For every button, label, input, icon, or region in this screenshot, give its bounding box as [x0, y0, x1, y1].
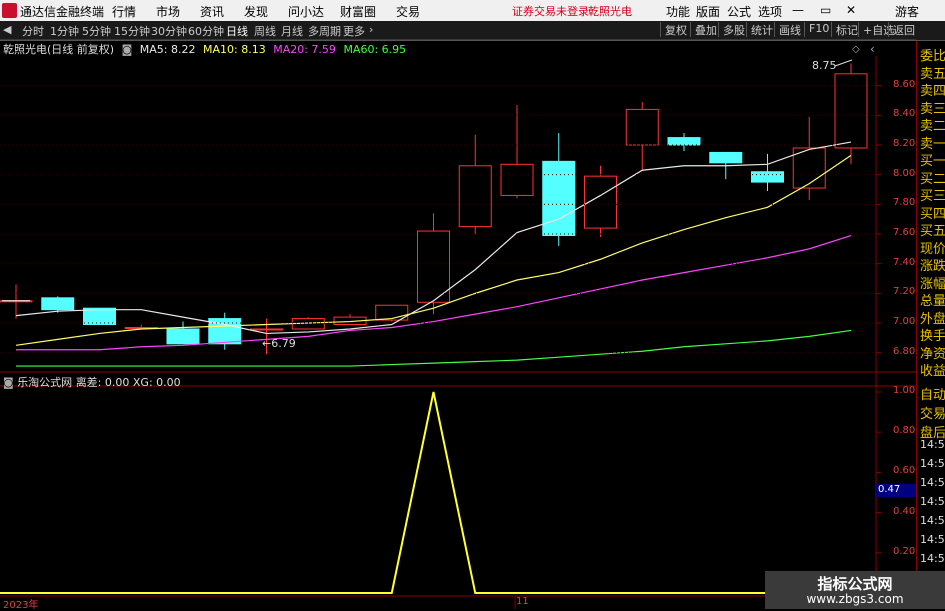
- candle-body-13: [542, 160, 576, 237]
- watermark-url: www.zbgs3.com: [806, 592, 904, 606]
- sub-current-value: 0.47: [876, 484, 918, 497]
- candle-body-4: [166, 328, 200, 345]
- side-label-3: 卖三: [920, 101, 945, 117]
- sub-chart-header: ◙ 乐淘公式网 离差: 0.00 XG: 0.00: [3, 374, 181, 390]
- main-ytick-2: 8.40: [893, 108, 916, 120]
- quote-side-panel: 委比卖五卖四卖三卖二卖一买一买二买三买四买五现价涨跌涨幅总量外盘换手净资收益自动…: [916, 41, 945, 609]
- side-label-7: 买二: [920, 171, 945, 187]
- side-label-14: 总量: [920, 294, 945, 309]
- sub-ytick-3: 0.60: [893, 465, 916, 477]
- kline-chart[interactable]: [0, 0, 945, 609]
- main-ytick-5: 7.80: [893, 197, 916, 209]
- low-price-label: ←6.79: [262, 337, 296, 350]
- side-label-18: 收益: [920, 364, 945, 379]
- side-label-8: 买三: [920, 189, 945, 204]
- side-label-2: 卖四: [920, 84, 945, 99]
- side-label-17: 净资: [920, 346, 945, 362]
- sub-ytick-5: 0.20: [893, 545, 916, 557]
- main-ytick-8: 7.20: [893, 286, 916, 298]
- side-label-13: 涨幅: [920, 276, 945, 292]
- collapse-chevron-icon[interactable]: ‹: [870, 42, 875, 56]
- sub-chart-values: 离差: 0.00 XG: 0.00: [75, 376, 181, 389]
- side-label-15: 外盘: [920, 311, 945, 327]
- sub-ytick-1: 1.00: [893, 385, 916, 396]
- main-ytick-3: 8.20: [893, 138, 916, 149]
- side-lower-0[interactable]: 自动: [920, 384, 945, 403]
- subchart-toggle-icon[interactable]: ◙: [3, 376, 14, 389]
- candle-body-6: [250, 328, 283, 331]
- candle-body-12: [500, 163, 534, 196]
- candle-body-10: [417, 230, 450, 303]
- candle-body-16: [667, 137, 701, 146]
- high-price-label: 8.75: [812, 59, 837, 72]
- side-label-10: 买五: [920, 224, 945, 239]
- sub-ytick-2: 0.80: [893, 425, 916, 437]
- side-time-2: 14:56: [920, 476, 945, 489]
- side-time-0: 14:56: [920, 438, 945, 451]
- candle-body-1: [41, 297, 75, 311]
- side-label-12: 涨跌: [920, 259, 945, 274]
- ma20-line: [16, 234, 852, 351]
- main-ytick-10: 6.80: [893, 345, 916, 357]
- sub-chart-title: 乐淘公式网: [17, 376, 73, 389]
- diamond-icon: ◇: [852, 44, 860, 55]
- sub-ytick-4: 0.40: [893, 505, 916, 517]
- main-ytick-9: 7.00: [893, 316, 916, 328]
- watermark-title: 指标公式网: [817, 575, 893, 593]
- high-arrow: [834, 59, 853, 67]
- candle-body-20: [834, 73, 868, 149]
- side-label-4: 卖二: [920, 119, 945, 134]
- side-label-11: 现价: [920, 241, 945, 257]
- side-label-9: 买四: [920, 206, 945, 222]
- side-time-5: 14:56: [920, 533, 945, 546]
- side-time-3: 14:56: [920, 495, 945, 508]
- candle-body-15: [625, 108, 659, 146]
- indicator-line: [0, 391, 876, 594]
- side-time-6: 14:56: [920, 552, 945, 565]
- candle-body-17: [709, 151, 743, 164]
- low-price-value: 6.79: [271, 337, 296, 350]
- side-label-6: 买一: [920, 154, 945, 169]
- x-label-month: 11: [516, 596, 529, 607]
- main-ytick-6: 7.60: [893, 227, 916, 239]
- main-ytick-4: 8.00: [893, 167, 916, 179]
- candle-body-18: [751, 171, 784, 183]
- side-time-4: 14:56: [920, 514, 945, 527]
- side-label-5: 卖一: [920, 136, 945, 152]
- ma60-line: [16, 329, 852, 367]
- side-label-16: 换手: [920, 329, 945, 344]
- side-label-1: 卖五: [920, 66, 945, 82]
- watermark: 指标公式网 www.zbgs3.com: [765, 571, 945, 609]
- side-lower-1[interactable]: 交易: [920, 403, 945, 422]
- main-ytick-1: 8.60: [893, 78, 916, 90]
- main-ytick-7: 7.40: [893, 256, 916, 268]
- side-time-1: 14:56: [920, 457, 945, 470]
- ma10-line: [15, 154, 852, 346]
- side-label-0: 委比: [920, 49, 945, 64]
